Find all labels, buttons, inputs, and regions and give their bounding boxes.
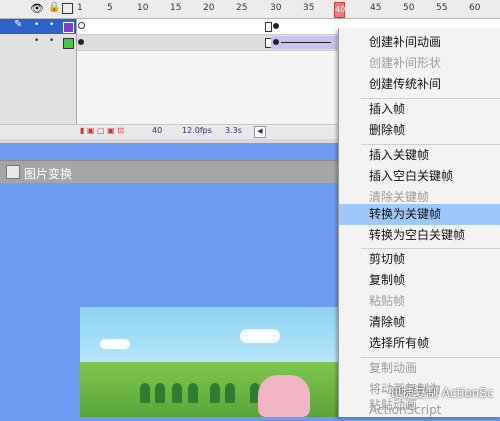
tree (188, 383, 198, 403)
outline-icon[interactable] (62, 3, 73, 14)
tree (225, 383, 235, 403)
menu-insert-blank-keyframe[interactable]: 插入空白关键帧 (339, 166, 500, 187)
menu-insert-frame[interactable]: 插入帧 (339, 99, 500, 120)
frame-end-marker[interactable] (265, 22, 272, 32)
frame-ruler[interactable]: 👁 🔒 1 5 10 15 20 25 30 35 45 50 55 60 (0, 0, 500, 19)
menu-paste-frames[interactable]: 粘贴帧 (339, 291, 500, 312)
document-title[interactable]: 图片变换 (24, 165, 72, 182)
layer-color-swatch[interactable] (63, 22, 74, 33)
ruler-number: 5 (107, 3, 113, 13)
elapsed-time: 3.3s (225, 126, 242, 135)
layer-list: ✎ • • • • (0, 19, 77, 124)
ruler-number: 1 (77, 3, 83, 13)
keyframe (273, 39, 279, 45)
tween-arrow (281, 42, 331, 43)
menu-convert-to-blank-keyframe[interactable]: 转换为空白关键帧 (339, 225, 500, 246)
ruler-number: 50 (403, 3, 415, 13)
frame-context-menu: 创建补间动画 创建补间形状 创建传统补间 插入帧 删除帧 插入关键帧 插入空白关… (338, 28, 500, 417)
menu-copy-motion[interactable]: 复制动画 (339, 358, 500, 379)
tween-span[interactable] (271, 36, 337, 49)
ruler-number: 45 (370, 3, 382, 13)
layer-row-2[interactable]: • • (0, 35, 76, 50)
lock-dot[interactable]: • (49, 20, 54, 30)
cloud (100, 339, 130, 349)
eye-icon[interactable]: 👁 (30, 2, 44, 15)
tree (172, 383, 182, 403)
menu-delete-frame[interactable]: 删除帧 (339, 120, 500, 141)
ruler-number: 20 (203, 3, 215, 13)
document-icon (6, 165, 20, 179)
ruler-number: 55 (436, 3, 448, 13)
menu-convert-to-keyframe[interactable]: 转换为关键帧 (339, 204, 500, 225)
piglet-character (258, 375, 310, 417)
ruler-number: 60 (469, 3, 481, 13)
keyframe[interactable] (273, 23, 279, 29)
menu-select-all-frames[interactable]: 选择所有帧 (339, 333, 500, 354)
ruler-number: 10 (137, 3, 149, 13)
menu-clear-frames[interactable]: 清除帧 (339, 312, 500, 333)
current-frame: 40 (152, 126, 163, 135)
menu-create-shape-tween[interactable]: 创建补间形状 (339, 53, 500, 74)
visibility-dot[interactable]: • (34, 20, 39, 30)
menu-copy-frames[interactable]: 复制帧 (339, 270, 500, 291)
tree (140, 383, 150, 403)
layer-row-1[interactable]: ✎ • • (0, 19, 76, 34)
empty-keyframe[interactable] (78, 22, 85, 29)
visibility-dot[interactable]: • (34, 36, 39, 46)
scroll-left-icon[interactable]: ◀ (254, 126, 266, 138)
menu-create-motion-tween[interactable]: 创建补间动画 (339, 32, 500, 53)
layer-color-swatch[interactable] (63, 38, 74, 49)
pencil-icon: ✎ (14, 19, 23, 30)
ruler-number: 25 (236, 3, 248, 13)
ruler-number: 30 (270, 3, 282, 13)
onion-skin-icons[interactable]: ▮ ▣ ▢ ▣ ⊡ (80, 126, 124, 135)
frame-rate[interactable]: 12.0fps (182, 126, 212, 135)
tree (155, 383, 165, 403)
playhead[interactable]: 40 (334, 2, 345, 18)
lock-icon[interactable]: 🔒 (48, 2, 60, 13)
lock-dot[interactable]: • (49, 36, 54, 46)
ruler-number: 15 (170, 3, 182, 13)
ruler-number: 35 (303, 3, 315, 13)
cloud (240, 329, 280, 343)
menu-create-classic-tween[interactable]: 创建传统补间 (339, 74, 500, 95)
menu-insert-keyframe[interactable]: 插入关键帧 (339, 145, 500, 166)
menu-cut-frames[interactable]: 剪切帧 (339, 249, 500, 270)
watermark: 迅捷复制 ActionSc (390, 386, 494, 400)
keyframe[interactable] (78, 39, 84, 45)
tree (210, 383, 220, 403)
